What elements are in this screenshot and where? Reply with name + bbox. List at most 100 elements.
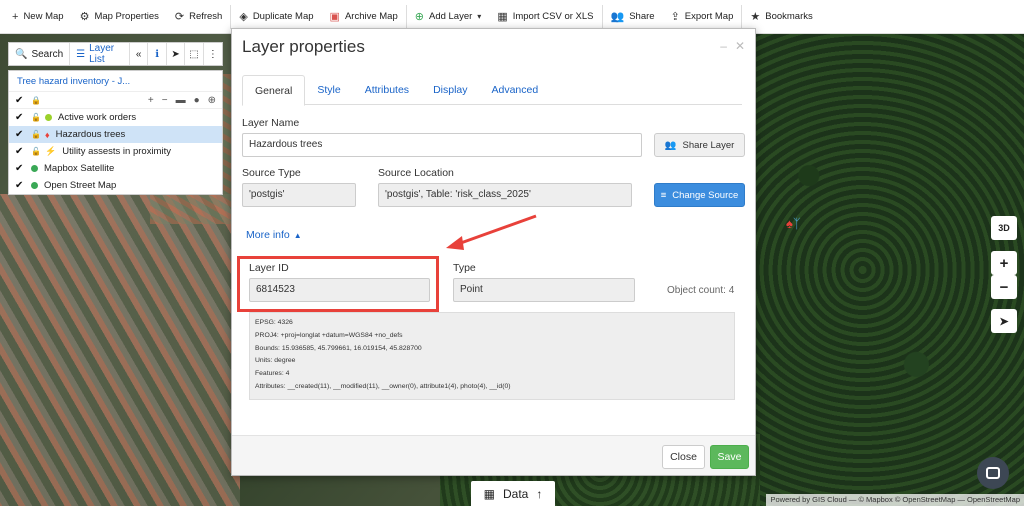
layer-name-label: Layer Name (242, 117, 300, 129)
close-button[interactable]: Close (662, 445, 705, 469)
cursor-icon: ➤ (171, 48, 180, 60)
info-button[interactable]: ℹ (148, 43, 167, 65)
more-icon: ⋮ (207, 48, 218, 60)
basemap-dot-icon (31, 165, 38, 172)
lock-all-icon[interactable]: 🔒 (31, 96, 41, 105)
plus-icon: + (12, 10, 19, 23)
list-icon: ☰ (76, 48, 86, 60)
navigation-arrow-icon: ➤ (999, 315, 1009, 328)
locate-button[interactable]: ➤ (991, 309, 1017, 333)
unlock-icon[interactable]: 🔓 (31, 147, 41, 156)
tab-style[interactable]: Style (305, 75, 352, 105)
check-icon[interactable]: ✔ (15, 180, 25, 191)
close-icon[interactable]: ✕ (735, 39, 745, 53)
layer-row-active-work-orders[interactable]: ✔ 🔓 Active work orders (9, 109, 222, 126)
star-icon: ★ (750, 11, 761, 23)
layer-panel-header: 🔍 Search ☰ Layer List « ℹ ➤ ⬚ ⋮ (8, 42, 223, 66)
caret-up-icon: ▲ (293, 230, 302, 240)
minimize-icon[interactable]: – (720, 39, 727, 53)
layer-row-mapbox-satellite[interactable]: ✔ Mapbox Satellite (9, 160, 222, 177)
tab-advanced[interactable]: Advanced (480, 75, 551, 105)
add-icon[interactable]: + (148, 95, 154, 106)
archive-icon: ▣ (329, 11, 340, 23)
layer-id-label: Layer ID (249, 262, 289, 274)
tree-marker-icon: ♦ (45, 129, 50, 140)
search-tab[interactable]: 🔍 Search (9, 43, 71, 65)
info-line: EPSG: 4326 (255, 319, 293, 326)
info-line: Bounds: 15.936585, 45.799661, 16.019154,… (255, 344, 422, 352)
users-icon: 👥 (664, 139, 677, 151)
source-type-label: Source Type (242, 167, 301, 179)
data-panel-button[interactable]: ▦ Data ↑ (471, 481, 555, 506)
map-properties-button[interactable]: ⚙ Map Properties (72, 0, 167, 34)
table-icon: ▦ (497, 11, 508, 23)
info-line: PROJ4: +proj=longlat +datum=WGS84 +no_de… (255, 331, 403, 339)
box-select-button[interactable]: ⬚ (185, 43, 204, 65)
dialog-tabs: General Style Attributes Display Advance… (242, 75, 742, 106)
hazard-tree-marker-icon[interactable]: ♠ᛉ (786, 216, 801, 231)
check-icon[interactable]: ✔ (15, 112, 25, 123)
unlock-icon[interactable]: 🔓 (31, 113, 41, 122)
collapse-button[interactable]: « (130, 43, 149, 65)
tab-attributes[interactable]: Attributes (353, 75, 421, 105)
layer-list-tab[interactable]: ☰ Layer List (70, 43, 130, 65)
arrow-up-icon: ↑ (536, 486, 543, 501)
layer-tools-row: ✔ 🔒 + − ▬ ● ⊕ (9, 91, 222, 109)
select-tool-button[interactable]: ➤ (167, 43, 186, 65)
map-forest-area (755, 34, 1024, 506)
type-label: Type (453, 262, 476, 274)
change-source-button[interactable]: ≡ Change Source (654, 183, 745, 207)
layers-icon: ◈ (239, 11, 248, 23)
map-town-area (0, 194, 240, 506)
grid-icon: ▦ (483, 486, 495, 501)
three-d-button[interactable]: 3D (991, 216, 1017, 240)
save-button[interactable]: Save (710, 445, 749, 469)
more-tools-button[interactable]: ⋮ (204, 43, 222, 65)
users-icon: 👥 (610, 11, 625, 23)
remove-icon[interactable]: − (162, 95, 168, 106)
layer-row-utility-assets[interactable]: ✔ 🔓 ⚡ Utility assests in proximity (9, 143, 222, 160)
zoom-in-button[interactable]: + (991, 251, 1017, 275)
check-icon[interactable]: ✔ (15, 146, 25, 157)
zoom-layer-icon[interactable]: ⊕ (208, 95, 216, 106)
point-symbol-icon (45, 114, 52, 121)
folder-icon[interactable]: ▬ (176, 95, 186, 106)
refresh-icon: ⟳ (174, 11, 185, 23)
double-chevron-left-icon: « (135, 48, 142, 60)
new-map-button[interactable]: + New Map (4, 0, 72, 34)
dialog-title: Layer properties (242, 37, 365, 56)
tab-display[interactable]: Display (421, 75, 479, 105)
share-layer-button[interactable]: 👥 Share Layer (654, 133, 745, 157)
gear-icon: ⚙ (79, 11, 90, 23)
export-icon: ⇪ (670, 11, 680, 23)
info-line: Features: 4 (255, 370, 290, 378)
pylon-icon: ⚡ (45, 146, 57, 156)
chat-icon (986, 467, 1000, 479)
unlock-icon[interactable]: 🔓 (31, 130, 41, 139)
check-icon[interactable]: ✔ (15, 163, 25, 174)
map-attribution: Powered by GIS Cloud — © Mapbox © OpenSt… (766, 494, 1024, 506)
info-line: Units: degree (255, 357, 296, 365)
check-icon[interactable]: ✔ (15, 129, 25, 140)
layer-row-open-street-map[interactable]: ✔ Open Street Map (9, 177, 222, 194)
info-line: Attributes: __created(11), __modified(11… (255, 382, 511, 390)
map-title-link[interactable]: Tree hazard inventory - J... (9, 71, 222, 91)
layer-panel: Tree hazard inventory - J... ✔ 🔒 + − ▬ ●… (8, 70, 223, 195)
zoom-out-button[interactable]: − (991, 275, 1017, 299)
check-all-icon[interactable]: ✔ (15, 95, 25, 106)
layer-row-hazardous-trees[interactable]: ✔ 🔓 ♦ Hazardous trees (9, 126, 222, 143)
box-select-icon: ⬚ (189, 48, 199, 60)
chat-button[interactable] (977, 457, 1009, 489)
caret-down-icon: ▾ (477, 12, 482, 21)
search-icon: 🔍 (15, 48, 28, 60)
add-circle-icon: ⊕ (414, 11, 424, 23)
layer-id-field: 6814523 (249, 278, 430, 302)
tab-general[interactable]: General (242, 75, 306, 106)
layer-name-input[interactable]: Hazardous trees (242, 133, 642, 157)
user-icon[interactable]: ● (194, 95, 200, 106)
refresh-button[interactable]: ⟳ Refresh (167, 0, 230, 34)
dialog-window-controls: – ✕ (720, 39, 745, 53)
source-location-label: Source Location (378, 167, 454, 179)
more-info-toggle[interactable]: More info ▲ (246, 229, 302, 241)
dialog-footer: Close Save (232, 435, 755, 475)
